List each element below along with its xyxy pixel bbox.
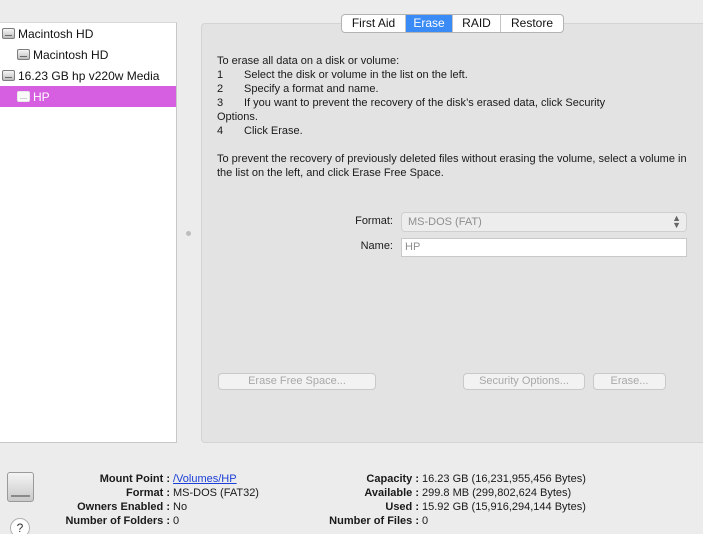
format-select[interactable]: MS-DOS (FAT) ▲ ▼ [401,212,687,232]
security-options-button[interactable]: Security Options... [463,373,585,390]
info-value: MS-DOS (FAT32) [173,487,259,499]
mount-point-key: Mount Point : [0,472,170,486]
format-value: MS-DOS (FAT) [408,216,482,228]
info-key: Available : [364,487,419,499]
info-value: 0 [422,515,429,527]
erase-free-space-button[interactable]: Erase Free Space... [218,373,376,390]
instruction-step: 4 Click Erase. [217,124,687,138]
owners-enabled-key: Owners Enabled : [0,500,170,514]
available-key: Available : [300,486,419,500]
sidebar-item-label: Macintosh HD [33,47,109,62]
name-label: Name: [360,240,393,252]
tab-first-aid[interactable]: First Aid [342,15,406,32]
instruction-step: 1 Select the disk or volume in the list … [217,68,687,82]
step-text: Select the disk or volume in the list on… [244,69,468,81]
sidebar-item-label: Macintosh HD [18,26,94,41]
step-text: Click Erase. [244,125,303,137]
hard-disk-icon [2,28,15,39]
number-of-files-key: Number of Files : [300,514,419,528]
info-key: Used : [385,501,419,513]
sidebar-item-macintosh-hd-disk[interactable]: Macintosh HD [0,23,176,44]
free-space-instructions: To prevent the recovery of previously de… [217,153,687,179]
tab-raid[interactable]: RAID [453,15,501,32]
tab-erase[interactable]: Erase [406,15,453,32]
step-number: 1 [217,69,224,81]
info-value: 0 [173,515,180,527]
capacity-key: Capacity : [300,472,419,486]
erase-button[interactable]: Erase... [593,373,666,390]
used-key: Used : [300,500,419,514]
tab-restore[interactable]: Restore [501,15,563,32]
info-key: Owners Enabled : [77,501,170,513]
info-key: Number of Folders : [65,515,170,527]
info-key: Capacity : [366,473,419,485]
step-text: Specify a format and name. [244,83,379,95]
info-key: Mount Point : [99,473,170,485]
info-value: 299.8 MB (299,802,624 Bytes) [422,487,572,499]
step-number: 4 [217,125,224,137]
usb-disk-icon [2,70,15,81]
tab-bar: First Aid Erase RAID Restore [341,14,564,33]
sidebar-item-label: HP [33,89,50,104]
step-number: 2 [217,83,224,95]
info-value: No [173,501,188,513]
info-key: Number of Files : [329,515,419,527]
step-text-continued: Options. [217,111,258,123]
hard-disk-icon [17,49,30,60]
disk-list-sidebar: Macintosh HD Macintosh HD 16.23 GB hp v2… [0,22,177,443]
name-value: HP [405,241,421,253]
format-key: Format : [0,486,170,500]
instruction-step: 3 If you want to prevent the recovery of… [217,96,687,110]
sidebar-item-usb-media[interactable]: 16.23 GB hp v220w Media [0,65,176,86]
splitter-handle[interactable] [186,231,191,236]
sidebar-item-macintosh-hd-volume[interactable]: Macintosh HD [0,44,176,65]
mount-point-link[interactable]: /Volumes/HP [173,472,237,486]
sidebar-item-label: 16.23 GB hp v220w Media [18,68,160,83]
info-value: 16.23 GB (16,231,955,456 Bytes) [422,473,586,485]
format-label: Format: [355,215,393,227]
instruction-step: 2 Specify a format and name. [217,82,687,96]
sidebar-item-hp-volume[interactable]: HP [0,86,176,107]
step-text: If you want to prevent the recovery of t… [244,97,606,109]
erase-instructions: To erase all data on a disk or volume: 1… [217,54,687,180]
step-number: 3 [217,97,224,109]
info-key: Format : [126,487,170,499]
name-field[interactable]: HP [401,238,687,257]
instructions-intro: To erase all data on a disk or volume: [217,55,400,67]
number-of-folders-key: Number of Folders : [0,514,170,528]
info-value: 15.92 GB (15,916,294,144 Bytes) [422,501,586,513]
volume-icon [17,91,30,102]
up-down-chevron-icon: ▲ ▼ [672,213,681,230]
